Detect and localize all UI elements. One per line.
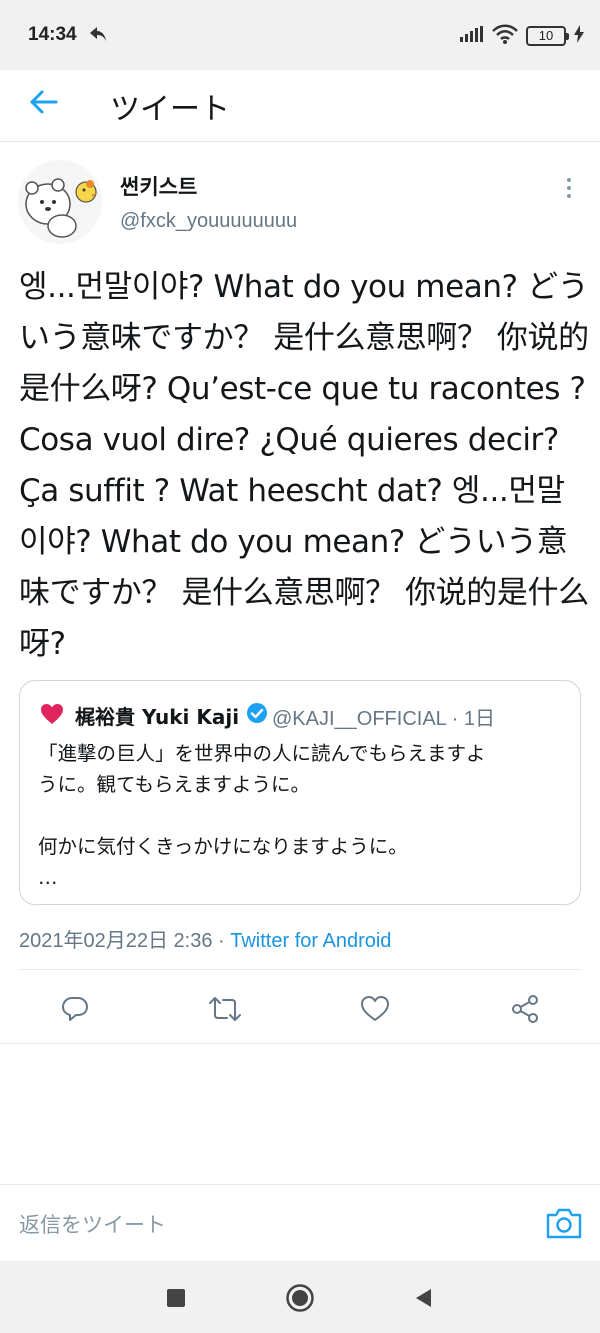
quoted-line: 「進撃の巨人」を世界中の人に読んでもらえますよ [38, 742, 486, 765]
camera-button[interactable] [544, 1205, 584, 1241]
reply-icon [62, 997, 88, 1021]
back-nav-button[interactable] [408, 1283, 438, 1313]
tweet-timestamp: 2021年02月22日 2:36 · [19, 930, 231, 952]
verified-badge-icon [246, 702, 268, 728]
wifi-icon [492, 24, 518, 48]
reply-input[interactable]: 返信をツイート [19, 1209, 166, 1239]
like-icon [361, 996, 389, 1021]
heart-emoji-icon [40, 703, 64, 729]
home-circle-icon [286, 1284, 314, 1312]
tweet-actions [0, 978, 600, 1040]
bear-avatar-icon [18, 160, 102, 244]
page-title: ツイート [110, 92, 230, 127]
app-header: ツイート [0, 70, 600, 142]
battery-indicator: 10 [526, 26, 569, 46]
share-icon [512, 995, 538, 1023]
quoted-tweet-card[interactable]: 梶裕貴 Yuki Kaji @KAJI__OFFICIAL · 1日 「進撃の巨… [19, 680, 581, 905]
quoted-author-name: 梶裕貴 Yuki Kaji [75, 705, 240, 729]
more-dot [567, 186, 571, 190]
quoted-line: 何かに気付くきっかけになりますように。 [38, 835, 408, 858]
author-display-name[interactable]: 썬키스트 [120, 171, 197, 201]
author-handle[interactable]: @fxck_youuuuuuuu [120, 210, 297, 233]
quoted-handle-time: @KAJI__OFFICIAL · 1日 [272, 708, 495, 730]
reply-bar[interactable]: 返信をツイート [0, 1185, 600, 1261]
recents-button[interactable] [161, 1283, 191, 1313]
quoted-ellipsis: … [38, 866, 58, 889]
tweet-source-link[interactable]: Twitter for Android [230, 930, 391, 952]
quoted-tweet-text: 「進撃の巨人」を世界中の人に読んでもらえますよ うに。観てもらえますように。 何… [38, 738, 568, 893]
more-dot [567, 178, 571, 182]
status-bar: 14:34 10 [0, 0, 600, 70]
back-button[interactable] [24, 82, 64, 122]
recents-square-icon [167, 1289, 185, 1307]
avatar[interactable] [18, 160, 102, 244]
share-button[interactable] [508, 992, 542, 1026]
status-time: 14:34 [28, 24, 77, 45]
signal-icon [460, 26, 484, 46]
tweet-text: 엥...먼말이야? What do you mean? どういう意味ですか？ 是… [19, 269, 589, 662]
quoted-line: うに。観てもらえますように。 [38, 773, 311, 796]
charging-bolt-icon [574, 25, 584, 47]
retweet-button[interactable] [208, 992, 242, 1026]
camera-icon [546, 1208, 582, 1239]
back-arrow-icon [30, 90, 58, 114]
back-curve-icon [88, 25, 108, 47]
more-dot [567, 194, 571, 198]
divider [0, 1043, 600, 1044]
status-icons: 10 [460, 24, 584, 48]
reply-button[interactable] [58, 992, 92, 1026]
system-nav-bar [0, 1261, 600, 1333]
more-options-button[interactable] [558, 172, 580, 204]
divider [19, 969, 581, 970]
tweet-timestamp-row: 2021年02月22日 2:36 · Twitter for Android [19, 924, 391, 953]
home-button[interactable] [285, 1283, 315, 1313]
back-triangle-icon [416, 1289, 431, 1307]
like-button[interactable] [358, 992, 392, 1026]
retweet-icon [209, 997, 241, 1021]
